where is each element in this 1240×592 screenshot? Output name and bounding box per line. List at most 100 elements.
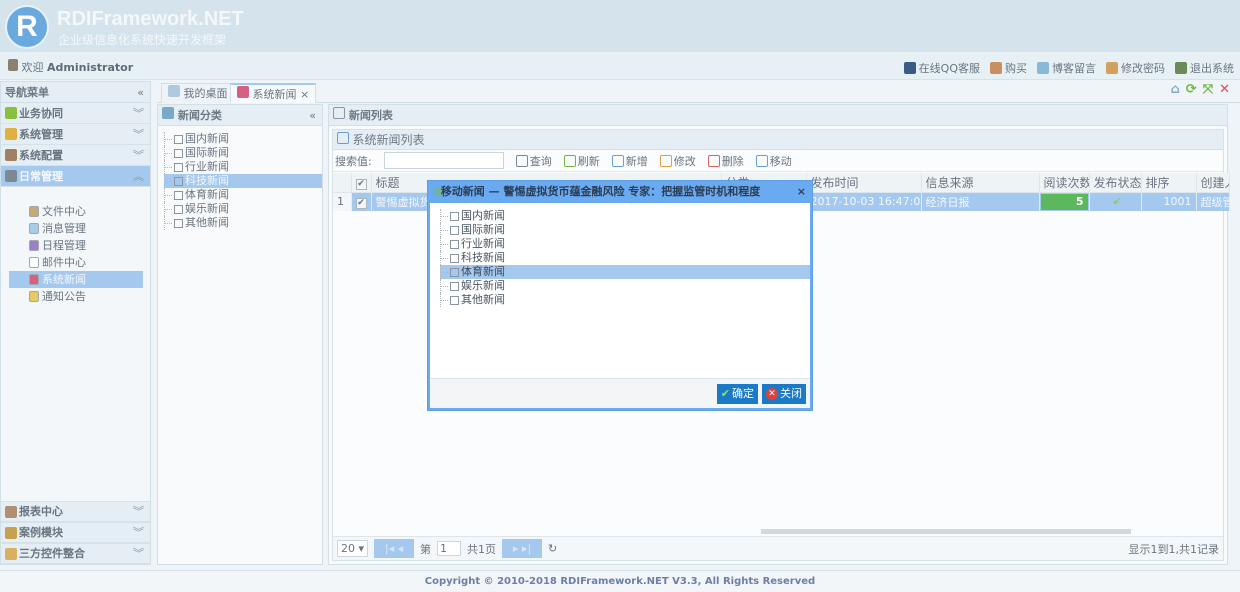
horizontal-scrollbar[interactable] bbox=[761, 529, 1131, 534]
nav-item-label: 日程管理 bbox=[42, 239, 86, 252]
sort-cell: 1001 bbox=[1141, 192, 1197, 211]
select-all-checkbox[interactable]: ✔ bbox=[355, 178, 367, 190]
top-link-mail[interactable]: 博客留言 bbox=[1037, 60, 1096, 76]
nav-item-icon bbox=[29, 206, 39, 217]
tree-node[interactable]: 国际新闻 bbox=[440, 223, 810, 237]
top-link-cart[interactable]: 购买 bbox=[990, 60, 1027, 76]
nav-group[interactable]: 业务协同 ︾ bbox=[1, 103, 150, 124]
nav-item-icon bbox=[29, 274, 39, 285]
slogan: 企业级信息化系统快速开发框架 bbox=[58, 33, 227, 47]
nav-group-label: 案例模块 bbox=[19, 526, 63, 539]
chevron-up-icon: ︽ bbox=[133, 169, 144, 183]
tree-node[interactable]: 科技新闻 bbox=[164, 174, 322, 188]
tree-node[interactable]: 体育新闻 bbox=[164, 188, 322, 202]
nav-group[interactable]: 系统配置 ︾ bbox=[1, 145, 150, 166]
toolbar: 搜索值: 查询 刷新 新增 修改 删除 移动 bbox=[333, 150, 1223, 172]
leaf-icon bbox=[450, 225, 459, 235]
toolbar-label: 修改 bbox=[673, 154, 696, 168]
move-button[interactable]: 移动 bbox=[755, 153, 792, 169]
tree-node[interactable]: 娱乐新闻 bbox=[164, 202, 322, 216]
tree-node-label: 国际新闻 bbox=[185, 146, 229, 159]
refresh-button[interactable]: 刷新 bbox=[563, 153, 600, 169]
nav-item-icon bbox=[29, 223, 39, 234]
chevron-down-icon: ︾ bbox=[133, 547, 144, 560]
tab-bar: 我的桌面 系统新闻 × bbox=[157, 81, 1240, 103]
refresh-icon[interactable]: ⟳ bbox=[1186, 82, 1197, 97]
home-icon[interactable]: ⌂ bbox=[1170, 82, 1179, 97]
tree-node[interactable]: 国内新闻 bbox=[164, 132, 322, 146]
search-input[interactable] bbox=[383, 152, 504, 169]
edit-button[interactable]: 修改 bbox=[659, 153, 696, 169]
tree-node[interactable]: 娱乐新闻 bbox=[440, 279, 810, 293]
ok-button[interactable]: ✔ 确定 bbox=[716, 383, 758, 404]
nav-item[interactable]: 日程管理 bbox=[9, 237, 143, 254]
nav-title-text: 导航菜单 bbox=[5, 86, 49, 99]
tree-node[interactable]: 科技新闻 bbox=[440, 251, 810, 265]
top-link-logout[interactable]: 退出系统 bbox=[1175, 60, 1234, 76]
fullscreen-icon[interactable]: ⤧ bbox=[1203, 82, 1213, 97]
leaf-icon bbox=[174, 134, 183, 144]
leaf-icon bbox=[174, 190, 183, 200]
tree-node[interactable]: 其他新闻 bbox=[164, 216, 322, 230]
delete-button[interactable]: 删除 bbox=[707, 153, 744, 169]
search-button[interactable]: 查询 bbox=[515, 153, 552, 169]
dialog-close-button[interactable]: × bbox=[797, 183, 806, 201]
nav-item-icon bbox=[29, 257, 39, 268]
nav-item[interactable]: 文件中心 bbox=[9, 203, 143, 220]
nav-item[interactable]: 消息管理 bbox=[9, 220, 143, 237]
close-icon[interactable]: ✕ bbox=[1219, 82, 1230, 97]
column-header[interactable]: ✔ bbox=[351, 173, 372, 193]
grid-icon bbox=[337, 132, 349, 144]
top-link-qq[interactable]: 在线QQ客服 bbox=[903, 60, 980, 76]
username: Administrator bbox=[47, 61, 134, 74]
dialog-titlebar: ⤨移动新闻 — 警惕虚拟货币蕴金融风险 专家：把握监管时机和程度 × bbox=[430, 183, 810, 201]
nav-item[interactable]: 系统新闻 bbox=[9, 271, 143, 288]
column-header: 创建人 bbox=[1196, 173, 1230, 193]
page-size-value: 20 bbox=[341, 542, 355, 555]
nav-item[interactable]: 通知公告 bbox=[9, 288, 143, 305]
nav-item[interactable]: 邮件中心 bbox=[9, 254, 143, 271]
tree-node[interactable]: 国际新闻 bbox=[164, 146, 322, 160]
tree-node[interactable]: 体育新闻 bbox=[440, 265, 810, 279]
add-button[interactable]: 新增 bbox=[611, 153, 648, 169]
cancel-icon: ✕ bbox=[766, 387, 778, 400]
reload-icon[interactable]: ↻ bbox=[548, 542, 557, 555]
move-news-dialog: ⤨移动新闻 — 警惕虚拟货币蕴金融风险 专家：把握监管时机和程度 × 国内新闻 国际… bbox=[427, 180, 813, 411]
tree-node[interactable]: 国内新闻 bbox=[440, 209, 810, 223]
nav-group-active[interactable]: 日常管理 ︽ bbox=[1, 166, 150, 187]
tree-node[interactable]: 行业新闻 bbox=[440, 237, 810, 251]
feather-icon bbox=[237, 86, 249, 98]
pager-summary: 显示1到1,共1记录 bbox=[1128, 542, 1220, 556]
nav-group[interactable]: 系统管理 ︾ bbox=[1, 124, 150, 145]
first-prev-buttons[interactable]: |◂ ◂ bbox=[374, 539, 415, 558]
nav-title: 导航菜单 « bbox=[1, 82, 150, 103]
inner-header: 系统新闻列表 bbox=[333, 130, 1223, 150]
tree-node[interactable]: 行业新闻 bbox=[164, 160, 322, 174]
column-header bbox=[333, 173, 352, 193]
row-checkbox[interactable]: ✔ bbox=[355, 197, 367, 209]
collapse-nav-button[interactable]: « bbox=[137, 82, 144, 103]
top-link-key[interactable]: 修改密码 bbox=[1106, 60, 1165, 76]
nav-group-label: 系统管理 bbox=[19, 127, 63, 141]
chevron-down-icon: ︾ bbox=[133, 505, 144, 518]
nav-group[interactable]: 案例模块 ︾ bbox=[1, 522, 150, 543]
leaf-icon bbox=[450, 211, 459, 221]
close-button[interactable]: ✕ 关闭 bbox=[762, 383, 806, 404]
next-last-buttons[interactable]: ▸ ▸| bbox=[502, 539, 543, 558]
chevron-down-icon: ︾ bbox=[133, 526, 144, 539]
tree-node[interactable]: 其他新闻 bbox=[440, 293, 810, 307]
nav-group[interactable]: 报表中心 ︾ bbox=[1, 501, 150, 522]
page-size-select[interactable]: 20 ▾ bbox=[337, 540, 369, 557]
tab-desktop[interactable]: 我的桌面 bbox=[161, 83, 235, 103]
report-icon bbox=[5, 505, 17, 518]
qq-icon bbox=[903, 62, 916, 74]
collapse-category-button[interactable]: « bbox=[309, 105, 316, 126]
tab-news[interactable]: 系统新闻 × bbox=[230, 83, 317, 103]
list-header: 新闻列表 bbox=[329, 105, 1227, 126]
leaf-icon bbox=[174, 176, 183, 186]
close-tab-button[interactable]: × bbox=[300, 88, 309, 101]
chevron-down-icon: ︾ bbox=[133, 127, 144, 141]
page-input[interactable]: 1 bbox=[437, 541, 462, 556]
nav-group[interactable]: 三方控件整合 ︾ bbox=[1, 543, 150, 564]
top-link-label: 退出系统 bbox=[1190, 62, 1234, 75]
